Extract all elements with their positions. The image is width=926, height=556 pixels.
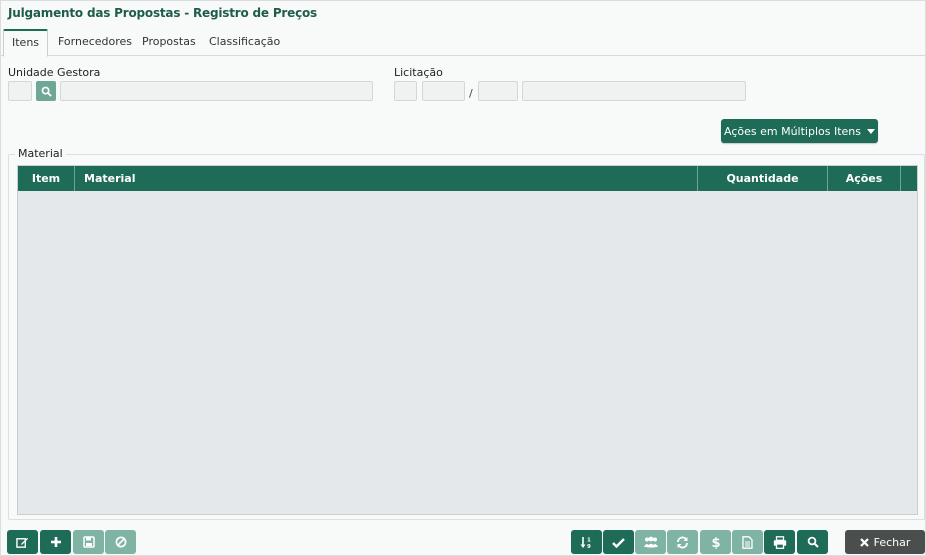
tab-propostas[interactable]: Propostas [134, 29, 204, 56]
print-button[interactable] [764, 530, 795, 554]
edit-button[interactable] [7, 530, 38, 554]
unidade-gestora-search-button[interactable] [36, 81, 56, 101]
multi-items-actions-button[interactable]: Ações em Múltiplos Itens [721, 119, 878, 143]
licitacao-separator: / [469, 87, 473, 100]
close-button-label: Fechar [873, 535, 911, 549]
search-icon [807, 536, 819, 548]
window-title: Julgamento das Propostas - Registro de P… [8, 6, 317, 20]
sort-numeric-icon: 1 9 [580, 536, 591, 549]
suppliers-button[interactable] [635, 530, 666, 554]
plus-icon [50, 537, 61, 547]
licitacao-year-field[interactable] [478, 81, 518, 101]
column-header-item[interactable]: Item [18, 166, 75, 191]
column-header-acoes[interactable]: Ações [828, 166, 901, 191]
licitacao-description-field[interactable] [522, 81, 746, 101]
caret-down-icon [867, 128, 875, 134]
refresh-icon [677, 536, 688, 548]
add-button[interactable] [40, 530, 71, 554]
search-icon [41, 86, 52, 97]
material-grid[interactable]: Item Material Quantidade Ações [17, 165, 918, 515]
confirm-button[interactable] [603, 530, 634, 554]
tab-itens[interactable]: Itens [3, 29, 49, 57]
search-button[interactable] [797, 530, 828, 554]
refresh-button[interactable] [667, 530, 698, 554]
licitacao-label: Licitação [394, 66, 443, 79]
dollar-icon: $ [711, 536, 720, 549]
unidade-gestora-name-field[interactable] [60, 81, 373, 101]
material-grid-header: Item Material Quantidade Ações [18, 166, 917, 191]
svg-text:9: 9 [587, 544, 591, 549]
close-icon [859, 537, 869, 547]
close-button[interactable]: Fechar [845, 530, 925, 554]
unidade-gestora-label: Unidade Gestora [8, 66, 101, 79]
sort-items-button[interactable]: 1 9 [571, 530, 602, 554]
save-icon [82, 536, 95, 548]
prices-button[interactable]: $ [700, 530, 731, 554]
material-legend: Material [15, 147, 66, 160]
check-icon [612, 537, 625, 548]
column-header-quantidade[interactable]: Quantidade [698, 166, 828, 191]
svg-text:$: $ [711, 536, 720, 549]
column-header-material[interactable]: Material [75, 166, 698, 191]
licitacao-type-field[interactable] [394, 81, 417, 101]
unidade-gestora-code-field[interactable] [8, 81, 32, 101]
cancel-icon [115, 536, 126, 548]
tab-classificacao[interactable]: Classificação [201, 29, 288, 56]
print-icon [773, 535, 786, 549]
multi-items-actions-label: Ações em Múltiplos Itens [724, 124, 861, 138]
cancel-button[interactable] [105, 530, 136, 554]
licitacao-number-field[interactable] [422, 81, 465, 101]
svg-text:1: 1 [587, 537, 591, 543]
document-icon [742, 535, 753, 549]
tab-fornecedores[interactable]: Fornecedores [50, 29, 140, 56]
save-button[interactable] [73, 530, 104, 554]
tab-bar: Itens Fornecedores Propostas Classificaç… [1, 29, 925, 57]
users-icon [643, 536, 658, 548]
report-button[interactable] [732, 530, 763, 554]
judgment-window: Julgamento das Propostas - Registro de P… [0, 0, 926, 556]
edit-icon [16, 537, 29, 548]
